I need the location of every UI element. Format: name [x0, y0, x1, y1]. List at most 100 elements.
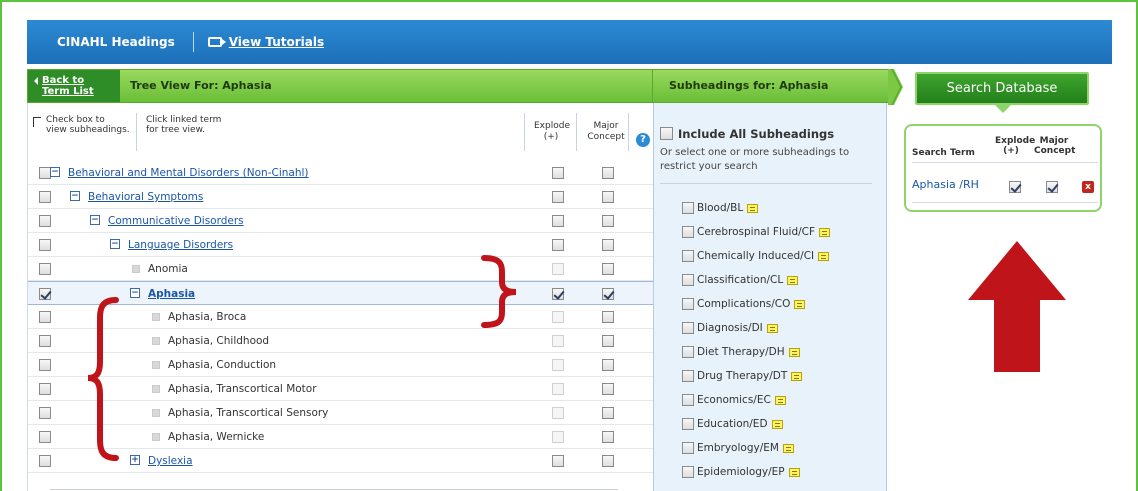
subheadings-checkbox[interactable] [39, 359, 51, 371]
remove-term-icon[interactable]: x [1082, 181, 1094, 193]
scope-note-icon[interactable] [788, 347, 800, 357]
scope-note-icon[interactable] [747, 203, 759, 213]
major-concept-checkbox[interactable] [602, 167, 614, 179]
subheadings-checkbox[interactable] [39, 215, 51, 227]
major-concept-checkbox[interactable] [602, 383, 614, 395]
subheadings-checkbox[interactable] [39, 407, 51, 419]
subheading-checkbox[interactable] [682, 298, 694, 310]
scope-note-icon[interactable] [782, 443, 794, 453]
subheading-label: Chemically Induced/CI [697, 250, 815, 262]
subheading-item[interactable]: Classification/CL [682, 272, 799, 288]
subheading-item[interactable]: Epidemiology/EP [682, 464, 800, 480]
scope-note-icon[interactable] [787, 275, 799, 285]
scope-note-icon[interactable] [766, 323, 778, 333]
scope-note-icon[interactable] [819, 227, 831, 237]
subheading-item[interactable]: Blood/BL [682, 200, 759, 216]
leaf-bullet-icon [152, 313, 160, 321]
tree-row: Aphasia, Conduction [28, 353, 654, 377]
subheading-item[interactable]: Education/ED [682, 416, 783, 432]
search-major-concept-checkbox[interactable] [1046, 181, 1058, 193]
tree-term[interactable]: Language Disorders [128, 239, 233, 251]
major-concept-checkbox[interactable] [602, 191, 614, 203]
help-icon[interactable]: ? [636, 133, 650, 147]
major-concept-checkbox[interactable] [602, 359, 614, 371]
scope-note-icon[interactable] [788, 467, 800, 477]
major-concept-checkbox[interactable] [602, 288, 614, 300]
subheadings-checkbox[interactable] [39, 335, 51, 347]
subheadings-checkbox[interactable] [39, 383, 51, 395]
collapse-icon[interactable]: − [130, 288, 140, 298]
subheadings-checkbox[interactable] [39, 311, 51, 323]
subheading-checkbox[interactable] [682, 418, 694, 430]
scope-note-icon[interactable] [794, 299, 806, 309]
expand-icon[interactable]: + [130, 455, 140, 465]
back-to-term-list-button[interactable]: Back to Term List [28, 70, 120, 102]
subheading-item[interactable]: Chemically Induced/CI [682, 248, 830, 264]
major-concept-checkbox[interactable] [602, 335, 614, 347]
search-term-value[interactable]: Aphasia /RH [912, 178, 979, 191]
scope-note-icon[interactable] [791, 371, 803, 381]
subheading-checkbox[interactable] [682, 322, 694, 334]
subheading-item[interactable]: Economics/EC [682, 392, 786, 408]
explode-checkbox [552, 311, 564, 323]
major-concept-checkbox[interactable] [602, 239, 614, 251]
subheading-checkbox[interactable] [682, 202, 694, 214]
tree-term: Aphasia, Transcortical Sensory [168, 407, 329, 419]
subheading-checkbox[interactable] [682, 442, 694, 454]
subheading-item[interactable]: Embryology/EM [682, 440, 794, 456]
search-database-label: Search Database [946, 81, 1058, 96]
explode-checkbox[interactable] [552, 239, 564, 251]
major-concept-checkbox[interactable] [602, 431, 614, 443]
tree-term[interactable]: Aphasia [148, 288, 195, 300]
view-tutorials-link[interactable]: View Tutorials [207, 35, 324, 49]
tree-term[interactable]: Dyslexia [148, 455, 193, 467]
search-explode-checkbox[interactable] [1009, 181, 1021, 193]
include-all-subheadings-checkbox[interactable] [660, 127, 673, 140]
subheading-checkbox[interactable] [682, 346, 694, 358]
subheading-checkbox[interactable] [682, 274, 694, 286]
subheading-item[interactable]: Cerebrospinal Fluid/CF [682, 224, 831, 240]
search-database-button[interactable]: Search Database [915, 72, 1089, 113]
subheadings-checkbox[interactable] [39, 455, 51, 467]
collapse-icon[interactable]: − [90, 215, 100, 225]
subheading-checkbox[interactable] [682, 250, 694, 262]
explode-checkbox[interactable] [552, 167, 564, 179]
major-concept-checkbox[interactable] [602, 455, 614, 467]
collapse-icon[interactable]: − [110, 239, 120, 249]
subheading-checkbox[interactable] [682, 370, 694, 382]
explode-checkbox[interactable] [552, 215, 564, 227]
subheadings-checkbox[interactable] [39, 191, 51, 203]
scope-note-icon[interactable] [818, 251, 830, 261]
subheading-item[interactable]: Diagnosis/DI [682, 320, 778, 336]
major-concept-checkbox[interactable] [602, 263, 614, 275]
scope-note-icon[interactable] [771, 419, 783, 429]
subheadings-divider [660, 183, 872, 184]
major-concept-checkbox[interactable] [602, 215, 614, 227]
hint2-line1: Click linked term [146, 115, 222, 125]
explode-checkbox[interactable] [552, 191, 564, 203]
tree-term[interactable]: Communicative Disorders [108, 215, 244, 227]
subheading-item[interactable]: Drug Therapy/DT [682, 368, 803, 384]
collapse-icon[interactable]: − [50, 167, 60, 177]
subheadings-checkbox[interactable] [39, 239, 51, 251]
leaf-bullet-icon [152, 409, 160, 417]
major-concept-checkbox[interactable] [602, 407, 614, 419]
subheading-item[interactable]: Diet Therapy/DH [682, 344, 800, 360]
tree-term[interactable]: Behavioral and Mental Disorders (Non-Cin… [68, 167, 309, 179]
tree-row: − Language Disorders [28, 233, 654, 257]
subheading-checkbox[interactable] [682, 466, 694, 478]
subheading-checkbox[interactable] [682, 394, 694, 406]
subheading-checkbox[interactable] [682, 226, 694, 238]
explode-checkbox[interactable] [552, 288, 564, 300]
tree-view-bar: Back to Term List Tree View For: Aphasia [27, 69, 653, 103]
subheading-item[interactable]: Complications/CO [682, 296, 806, 312]
explode-checkbox[interactable] [552, 455, 564, 467]
subheadings-checkbox[interactable] [39, 288, 51, 300]
subheadings-checkbox[interactable] [39, 431, 51, 443]
explode-checkbox [552, 263, 564, 275]
major-concept-checkbox[interactable] [602, 311, 614, 323]
collapse-icon[interactable]: − [70, 191, 80, 201]
tree-term[interactable]: Behavioral Symptoms [88, 191, 203, 203]
subheadings-checkbox[interactable] [39, 263, 51, 275]
scope-note-icon[interactable] [774, 395, 786, 405]
